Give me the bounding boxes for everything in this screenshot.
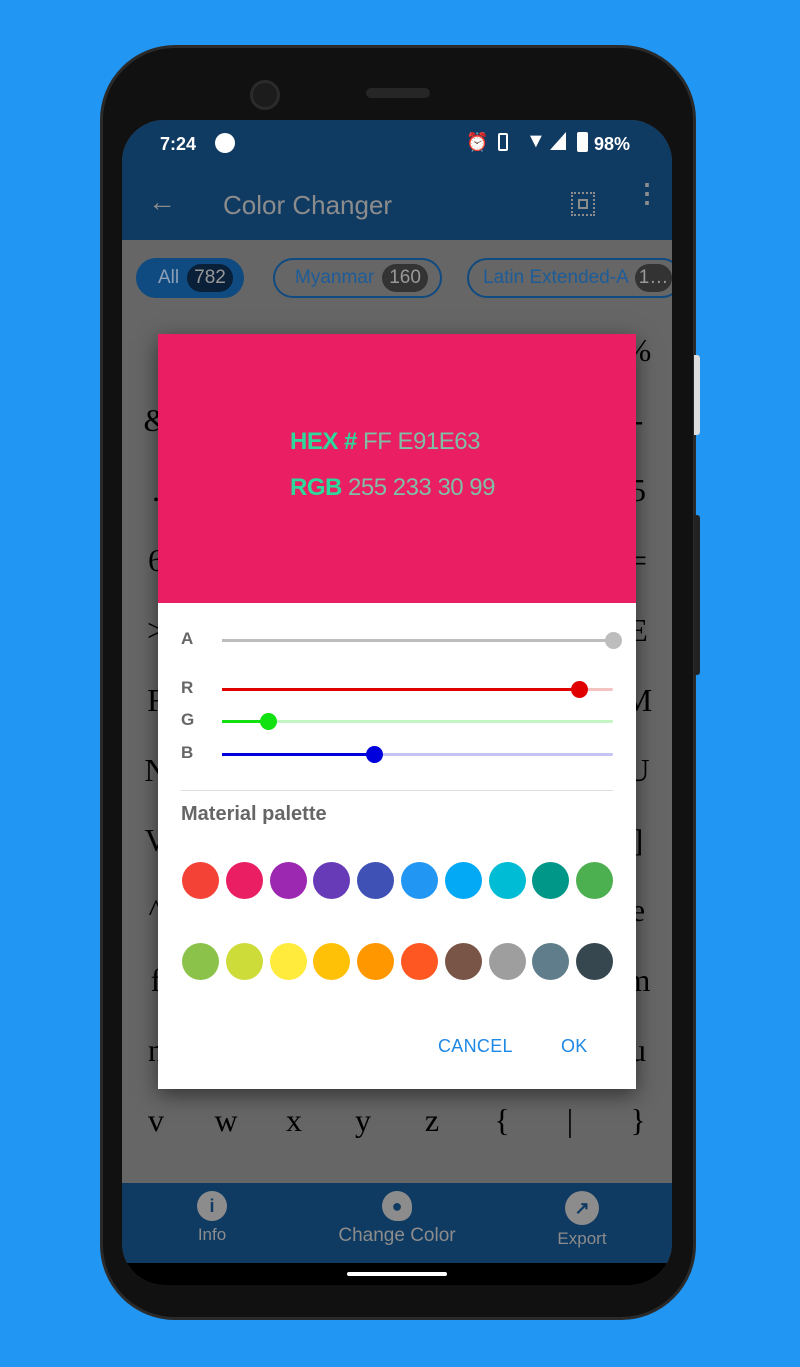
palette-swatch[interactable] xyxy=(488,862,526,899)
slider-a[interactable]: A xyxy=(158,625,636,655)
hex-label: HEX # xyxy=(290,428,357,455)
character-cell[interactable]: x xyxy=(264,1102,324,1139)
home-indicator[interactable] xyxy=(347,1272,447,1276)
slider-thumb[interactable] xyxy=(365,746,383,763)
slider-fill xyxy=(222,639,613,642)
chip-count: 1… xyxy=(634,264,672,292)
character-cell[interactable]: v xyxy=(126,1102,186,1139)
volume-button xyxy=(694,515,700,675)
slider-r[interactable]: R xyxy=(158,674,636,704)
nav-label: Export xyxy=(557,1229,607,1248)
palette-swatch[interactable] xyxy=(225,862,263,899)
vibrate-icon xyxy=(498,133,508,151)
chip-label: Latin Extended-A xyxy=(483,267,629,288)
arrow-left-icon[interactable]: ← xyxy=(148,186,176,218)
slider-g[interactable]: G xyxy=(158,706,636,736)
slider-track[interactable] xyxy=(222,632,622,649)
slider-label: R xyxy=(181,678,194,697)
battery-percent: 98% xyxy=(594,134,631,154)
color-preview: HEX # FF E91E63 RGB 255 233 30 99 xyxy=(158,334,636,603)
status-time: 7:24 xyxy=(160,134,197,154)
hex-readout: HEX # FF E91E63 xyxy=(290,428,480,456)
more-vert-icon[interactable]: ⋮ xyxy=(634,180,660,206)
character-cell[interactable]: | xyxy=(540,1102,600,1139)
chip-latin-extended-a[interactable]: Latin Extended-A 1… xyxy=(467,258,672,298)
front-camera xyxy=(250,80,280,110)
palette-swatch[interactable] xyxy=(576,943,614,980)
hex-value: E91E63 xyxy=(397,428,481,455)
slider-label: B xyxy=(181,743,194,762)
rgb-readout: RGB 255 233 30 99 xyxy=(290,474,495,502)
slider-thumb[interactable] xyxy=(260,713,277,730)
select-all-icon[interactable] xyxy=(571,192,595,216)
nav-info[interactable]: i Info xyxy=(182,1191,242,1245)
nav-change-color[interactable]: ● Change Color xyxy=(327,1191,467,1247)
palette-swatch[interactable] xyxy=(401,862,438,899)
alarm-icon: ⏰ xyxy=(466,132,489,152)
cancel-button[interactable]: CANCEL xyxy=(438,1036,513,1057)
slider-label: G xyxy=(181,710,195,729)
app-notification-icon xyxy=(215,133,235,153)
palette-swatch[interactable] xyxy=(357,862,395,899)
divider xyxy=(181,790,613,791)
hex-alpha: FF xyxy=(363,428,392,455)
chip-label: All xyxy=(158,267,180,288)
slider-b[interactable]: B xyxy=(158,739,636,769)
page-title: Color Changer xyxy=(223,190,393,220)
palette-swatch[interactable] xyxy=(182,943,219,980)
palette-swatch[interactable] xyxy=(269,943,307,980)
slider-track[interactable] xyxy=(222,746,613,763)
palette-swatch[interactable] xyxy=(225,943,263,980)
palette-swatch[interactable] xyxy=(313,943,351,980)
rgb-label: RGB xyxy=(290,474,342,501)
slider-thumb[interactable] xyxy=(571,681,589,698)
nav-label: Change Color xyxy=(338,1225,456,1246)
palette-icon: ● xyxy=(382,1191,412,1221)
rgb-values: 255 233 30 99 xyxy=(348,474,495,501)
chip-all[interactable]: All 782 xyxy=(136,258,244,298)
palette-swatch[interactable] xyxy=(182,862,219,899)
character-cell[interactable]: y xyxy=(333,1102,393,1139)
bottom-navigation: i Info ● Change Color ↗ Export xyxy=(122,1183,672,1263)
nav-export[interactable]: ↗ Export xyxy=(542,1191,622,1249)
slider-thumb[interactable] xyxy=(605,632,622,649)
status-bar: 7:24 ⏰ ▼ 98% xyxy=(122,120,672,170)
chip-count: 160 xyxy=(382,264,428,292)
slider-fill xyxy=(222,688,580,691)
character-cell[interactable]: z xyxy=(402,1102,462,1139)
palette-swatch[interactable] xyxy=(532,943,570,980)
power-button xyxy=(694,355,700,435)
color-picker-dialog: HEX # FF E91E63 RGB 255 233 30 99 A R G … xyxy=(158,334,636,1089)
palette-title: Material palette xyxy=(181,803,327,825)
character-cell[interactable]: w xyxy=(196,1102,256,1139)
battery-charging-icon xyxy=(577,132,588,152)
nav-label: Info xyxy=(197,1225,227,1244)
wifi-icon: ▼ xyxy=(526,130,546,152)
palette-swatch[interactable] xyxy=(357,943,395,980)
slider-label: A xyxy=(181,629,194,648)
gesture-bar xyxy=(122,1263,672,1285)
signal-icon xyxy=(550,132,566,150)
slider-track[interactable] xyxy=(222,713,613,730)
earpiece xyxy=(366,88,430,98)
palette-swatch[interactable] xyxy=(488,943,526,980)
palette-swatch[interactable] xyxy=(269,862,307,899)
palette-swatch[interactable] xyxy=(576,862,614,899)
character-cell[interactable]: { xyxy=(472,1102,532,1139)
palette-swatch[interactable] xyxy=(444,862,482,899)
chip-label: Myanmar xyxy=(295,267,375,288)
character-cell[interactable]: } xyxy=(608,1102,668,1139)
chip-myanmar[interactable]: Myanmar 160 xyxy=(273,258,442,298)
palette-swatch[interactable] xyxy=(313,862,351,899)
palette-swatch[interactable] xyxy=(532,862,570,899)
chip-count: 782 xyxy=(187,264,233,292)
info-icon: i xyxy=(197,1191,227,1221)
export-icon: ↗ xyxy=(565,1191,599,1225)
palette-swatch[interactable] xyxy=(444,943,482,980)
palette-swatch[interactable] xyxy=(401,943,438,980)
slider-fill xyxy=(222,753,374,756)
slider-track[interactable] xyxy=(222,681,613,698)
ok-button[interactable]: OK xyxy=(561,1036,588,1057)
app-bar: ← Color Changer ⋮ xyxy=(122,170,672,240)
